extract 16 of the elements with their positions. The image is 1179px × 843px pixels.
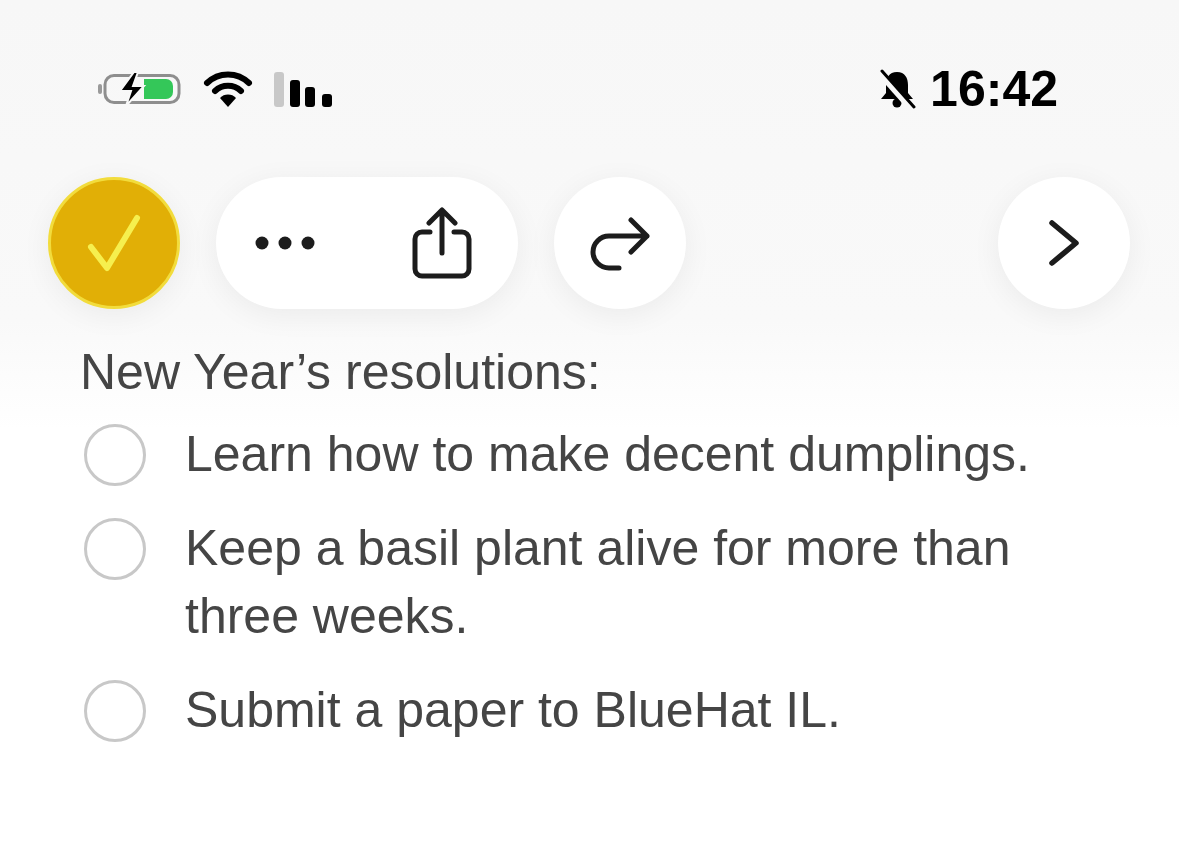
checklist-item-text: Submit a paper to BlueHat IL.: [185, 681, 842, 740]
charging-battery-icon: [98, 72, 182, 106]
status-time: 16:42: [930, 64, 1058, 114]
wifi-icon: [203, 70, 253, 108]
signal-bars-icon: [274, 71, 332, 107]
share-icon: [412, 207, 472, 279]
checklist-checkbox[interactable]: [84, 680, 146, 742]
checklist-checkbox[interactable]: [84, 518, 146, 580]
checkmark-icon: [87, 214, 141, 272]
checklist-item-text: Keep a basil plant alive for more than three weeks.: [185, 519, 1012, 646]
chevron-right-icon: [1047, 219, 1081, 267]
checklist-item-text: Learn how to make decent dumplings.: [185, 425, 1031, 484]
checklist-checkbox[interactable]: [84, 424, 146, 486]
ellipsis-icon: [255, 236, 315, 250]
redo-arrow-icon: [589, 214, 651, 272]
note-heading: New Year’s resolutions:: [80, 343, 601, 402]
